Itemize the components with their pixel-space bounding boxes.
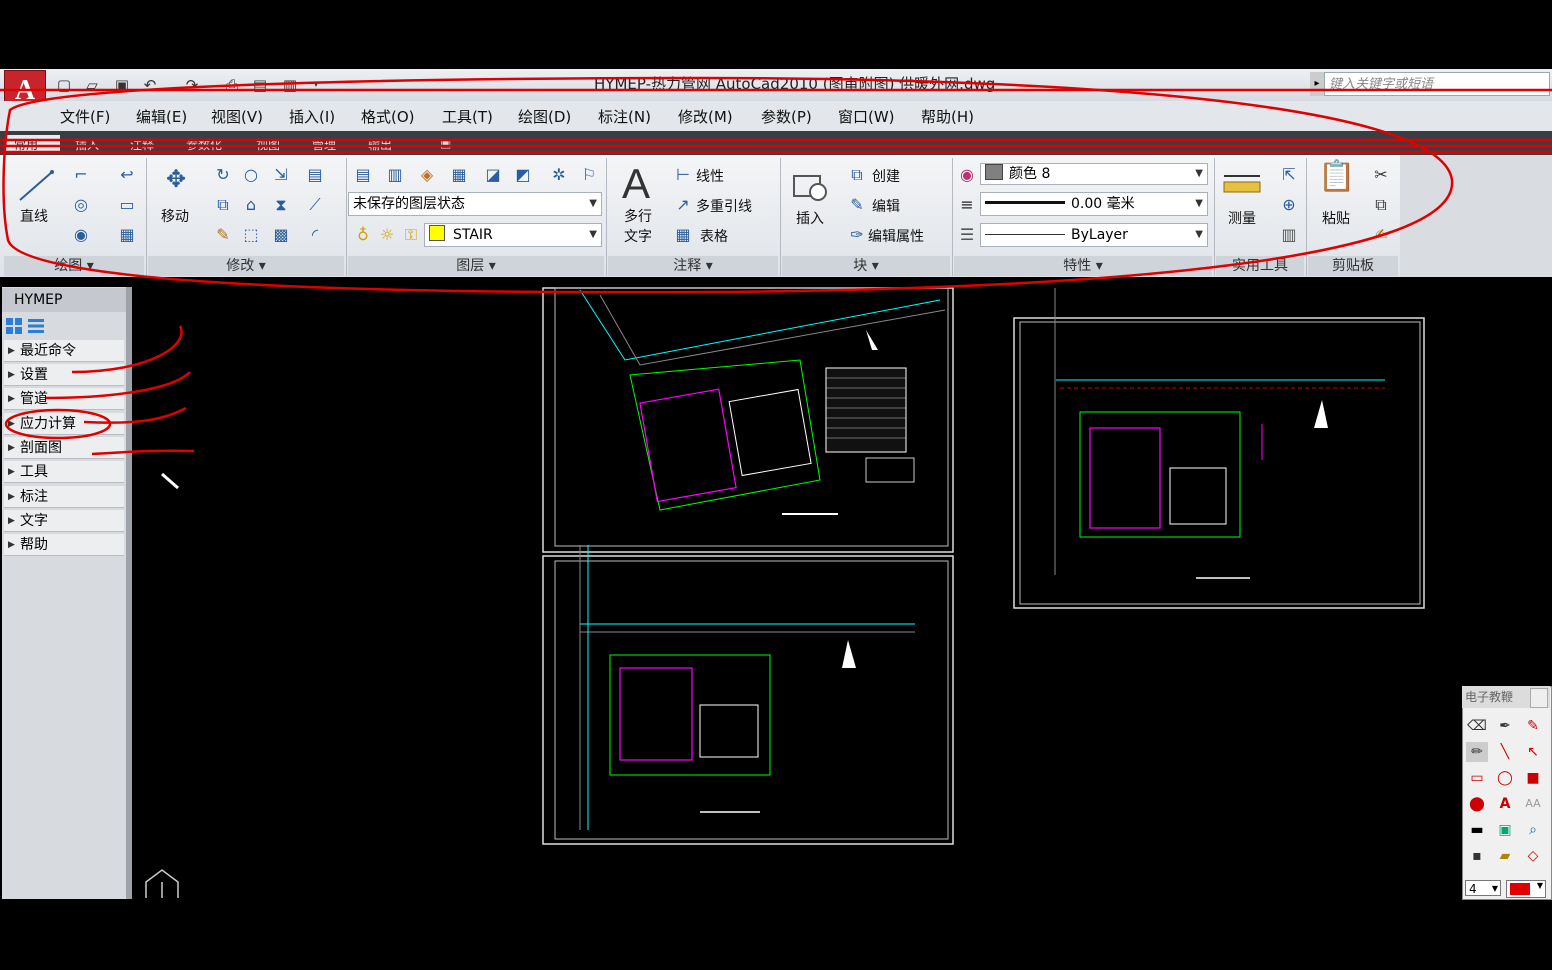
pen-size-select[interactable]: 4 ▼ [1465,880,1501,896]
font-size-icon[interactable]: AA [1522,794,1544,814]
pen-color-select[interactable]: ▼ [1506,880,1546,898]
drawing-sheet-3 [1013,288,1425,609]
cursor-icon [161,472,179,490]
clear-icon[interactable]: ◇ [1522,846,1544,866]
marker-icon[interactable]: ✎ [1522,716,1544,736]
filled-ellipse-icon[interactable]: ⬤ [1466,794,1488,814]
filled-rectangle-icon[interactable]: ■ [1522,768,1544,788]
save-drawing-icon[interactable]: ▪ [1466,846,1488,866]
drawing-sheet-1 [542,287,954,553]
rectangle-tool-icon[interactable]: ▭ [1466,768,1488,788]
drawing-canvas[interactable] [0,0,1552,970]
screen-icon[interactable]: ▣ [1494,820,1516,840]
pen-color-swatch [1510,883,1530,895]
black-bar-icon[interactable]: ▬ [1466,820,1488,840]
line-tool-icon[interactable]: ╲ [1494,742,1516,762]
ucs-icon [145,869,179,898]
palette-close-icon[interactable] [1530,688,1548,708]
eraser-icon[interactable]: ⌫ [1466,716,1488,736]
pencil-icon[interactable]: ✏ [1466,742,1488,762]
open-folder-icon[interactable]: ▰ [1494,846,1516,866]
ellipse-tool-icon[interactable]: ◯ [1494,768,1516,788]
text-tool-icon[interactable]: A [1494,794,1516,814]
drawing-sheet-2 [542,545,954,845]
pen-icon[interactable]: ✒ [1494,716,1516,736]
zoom-icon[interactable]: ⌕ [1522,820,1544,840]
annotation-overlay [0,76,1552,456]
arrow-tool-icon[interactable]: ↖ [1522,742,1544,762]
